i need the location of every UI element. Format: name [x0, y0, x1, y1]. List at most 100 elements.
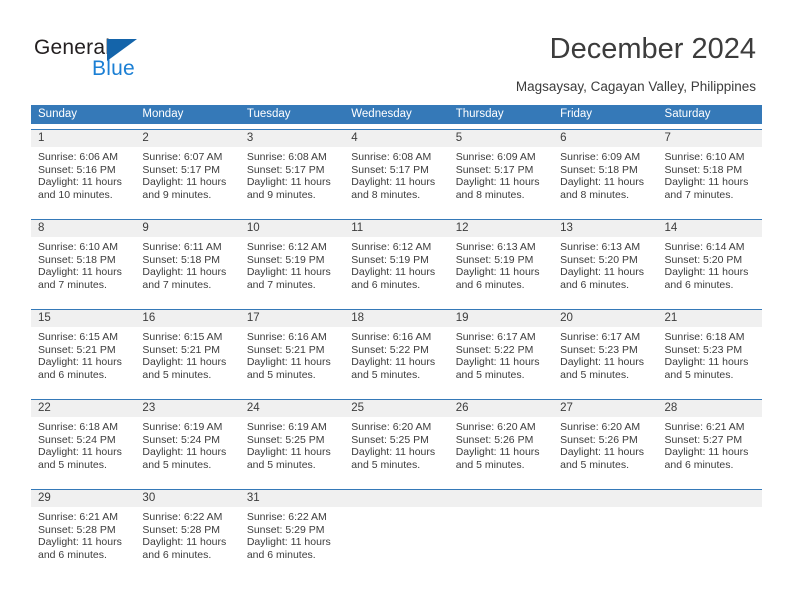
day-number: 24: [239, 400, 345, 417]
daylight-text-line2: and 6 minutes.: [351, 278, 421, 291]
day-cell[interactable]: 6 Sunrise: 6:09 AM Sunset: 5:18 PM Dayli…: [553, 130, 658, 214]
day-details: Sunrise: 6:21 AM Sunset: 5:28 PM Dayligh…: [31, 507, 135, 574]
day-cell[interactable]: 22 Sunrise: 6:18 AM Sunset: 5:24 PM Dayl…: [31, 400, 136, 484]
day-details: Sunrise: 6:20 AM Sunset: 5:26 PM Dayligh…: [449, 417, 553, 484]
day-cell[interactable]: 14 Sunrise: 6:14 AM Sunset: 5:20 PM Dayl…: [657, 220, 762, 304]
day-number: 2: [135, 130, 240, 147]
day-cell[interactable]: 18 Sunrise: 6:16 AM Sunset: 5:22 PM Dayl…: [344, 310, 449, 394]
sunrise-text: Sunrise: 6:20 AM: [560, 421, 641, 433]
daylight-text-line1: Daylight: 11 hours: [246, 446, 331, 459]
day-cell[interactable]: 20 Sunrise: 6:17 AM Sunset: 5:23 PM Dayl…: [553, 310, 658, 394]
daylight-text-line1: Daylight: 11 hours: [560, 176, 644, 189]
day-cell[interactable]: 30 Sunrise: 6:22 AM Sunset: 5:28 PM Dayl…: [135, 490, 240, 574]
daylight-text-line2: and 5 minutes.: [560, 368, 629, 381]
sunrise-text: Sunrise: 6:08 AM: [246, 151, 327, 163]
day-details: Sunrise: 6:11 AM Sunset: 5:18 PM Dayligh…: [135, 237, 239, 304]
sunrise-text: Sunrise: 6:22 AM: [246, 511, 327, 523]
general-blue-logo[interactable]: General Blue: [34, 36, 214, 86]
sunrise-text: Sunrise: 6:18 AM: [664, 331, 745, 343]
daylight-text-line1: Daylight: 11 hours: [351, 266, 436, 279]
daylight-text-line1: Daylight: 11 hours: [664, 176, 749, 189]
day-number: 18: [344, 310, 449, 327]
weekday-header-tuesday: Tuesday: [246, 108, 291, 120]
sunrise-text: Sunrise: 6:15 AM: [38, 331, 118, 343]
sunset-text: Sunset: 5:22 PM: [455, 343, 534, 356]
day-number: 1: [31, 130, 136, 147]
day-cell[interactable]: 23 Sunrise: 6:19 AM Sunset: 5:24 PM Dayl…: [135, 400, 240, 484]
sunrise-text: Sunrise: 6:17 AM: [560, 331, 641, 343]
sunrise-text: Sunrise: 6:13 AM: [560, 241, 641, 253]
day-cell[interactable]: 16 Sunrise: 6:15 AM Sunset: 5:21 PM Dayl…: [135, 310, 240, 394]
daylight-text-line2: and 5 minutes.: [246, 458, 316, 471]
day-cell[interactable]: 27 Sunrise: 6:20 AM Sunset: 5:26 PM Dayl…: [553, 400, 658, 484]
day-cell[interactable]: 24 Sunrise: 6:19 AM Sunset: 5:25 PM Dayl…: [239, 400, 345, 484]
day-cell[interactable]: 21 Sunrise: 6:18 AM Sunset: 5:23 PM Dayl…: [657, 310, 762, 394]
daylight-text-line2: and 6 minutes.: [142, 548, 212, 561]
day-details: Sunrise: 6:18 AM Sunset: 5:24 PM Dayligh…: [31, 417, 135, 484]
sunset-text: Sunset: 5:23 PM: [664, 343, 743, 356]
day-cell[interactable]: 8 Sunrise: 6:10 AM Sunset: 5:18 PM Dayli…: [31, 220, 136, 304]
sunset-text: Sunset: 5:24 PM: [38, 433, 116, 446]
sunset-text: Sunset: 5:29 PM: [246, 523, 325, 536]
day-number: 13: [553, 220, 658, 237]
day-details: Sunrise: 6:08 AM Sunset: 5:17 PM Dayligh…: [344, 147, 448, 214]
day-number: 3: [239, 130, 345, 147]
sunset-text: Sunset: 5:24 PM: [142, 433, 221, 446]
sunset-text: Sunset: 5:16 PM: [38, 163, 116, 176]
daylight-text-line2: and 6 minutes.: [38, 368, 107, 381]
daylight-text-line1: Daylight: 11 hours: [246, 266, 331, 279]
daylight-text-line2: and 9 minutes.: [142, 188, 212, 201]
day-cell[interactable]: 25 Sunrise: 6:20 AM Sunset: 5:25 PM Dayl…: [344, 400, 449, 484]
daylight-text-line1: Daylight: 11 hours: [142, 446, 227, 459]
day-details: Sunrise: 6:10 AM Sunset: 5:18 PM Dayligh…: [658, 147, 762, 214]
day-cell[interactable]: 1 Sunrise: 6:06 AM Sunset: 5:16 PM Dayli…: [31, 130, 136, 214]
day-cell[interactable]: 29 Sunrise: 6:21 AM Sunset: 5:28 PM Dayl…: [31, 490, 136, 574]
day-cell[interactable]: 17 Sunrise: 6:16 AM Sunset: 5:21 PM Dayl…: [239, 310, 345, 394]
day-number: 8: [31, 220, 136, 237]
daylight-text-line2: and 5 minutes.: [246, 368, 316, 381]
day-number: 29: [31, 490, 136, 507]
daylight-text-line2: and 5 minutes.: [142, 458, 212, 471]
day-cell[interactable]: 28 Sunrise: 6:21 AM Sunset: 5:27 PM Dayl…: [657, 400, 762, 484]
day-number: 9: [135, 220, 240, 237]
calendar-grid: Sunday Monday Tuesday Wednesday Thursday…: [31, 105, 762, 574]
daylight-text-line2: and 5 minutes.: [455, 458, 525, 471]
day-number: 27: [553, 400, 658, 417]
day-cell[interactable]: 31 Sunrise: 6:22 AM Sunset: 5:29 PM Dayl…: [239, 490, 345, 574]
sunset-text: Sunset: 5:22 PM: [351, 343, 429, 356]
day-cell[interactable]: 11 Sunrise: 6:12 AM Sunset: 5:19 PM Dayl…: [344, 220, 449, 304]
day-cell[interactable]: 10 Sunrise: 6:12 AM Sunset: 5:19 PM Dayl…: [239, 220, 345, 304]
sunset-text: Sunset: 5:21 PM: [142, 343, 221, 356]
daylight-text-line1: Daylight: 11 hours: [664, 266, 749, 279]
day-cell[interactable]: 19 Sunrise: 6:17 AM Sunset: 5:22 PM Dayl…: [448, 310, 554, 394]
day-cell-empty: [344, 490, 449, 574]
day-cell[interactable]: 4 Sunrise: 6:08 AM Sunset: 5:17 PM Dayli…: [344, 130, 449, 214]
day-cell[interactable]: 26 Sunrise: 6:20 AM Sunset: 5:26 PM Dayl…: [448, 400, 554, 484]
daylight-text-line1: Daylight: 11 hours: [664, 446, 749, 459]
day-number: 16: [135, 310, 240, 327]
sunset-text: Sunset: 5:18 PM: [142, 253, 221, 266]
day-cell[interactable]: 2 Sunrise: 6:07 AM Sunset: 5:17 PM Dayli…: [135, 130, 240, 214]
sunset-text: Sunset: 5:28 PM: [38, 523, 116, 536]
sunrise-text: Sunrise: 6:22 AM: [142, 511, 223, 523]
sunset-text: Sunset: 5:19 PM: [351, 253, 429, 266]
daylight-text-line1: Daylight: 11 hours: [38, 536, 122, 549]
page-subtitle: Magsaysay, Cagayan Valley, Philippines: [515, 79, 756, 94]
day-cell[interactable]: 13 Sunrise: 6:13 AM Sunset: 5:20 PM Dayl…: [553, 220, 658, 304]
day-cell[interactable]: 3 Sunrise: 6:08 AM Sunset: 5:17 PM Dayli…: [239, 130, 345, 214]
day-details: Sunrise: 6:13 AM Sunset: 5:20 PM Dayligh…: [553, 237, 657, 304]
day-cell[interactable]: 5 Sunrise: 6:09 AM Sunset: 5:17 PM Dayli…: [448, 130, 554, 214]
sunrise-text: Sunrise: 6:16 AM: [351, 331, 432, 343]
daylight-text-line1: Daylight: 11 hours: [38, 356, 122, 369]
daylight-text-line2: and 7 minutes.: [664, 188, 734, 201]
daylight-text-line2: and 8 minutes.: [455, 188, 525, 201]
day-cell[interactable]: 15 Sunrise: 6:15 AM Sunset: 5:21 PM Dayl…: [31, 310, 136, 394]
day-cell[interactable]: 12 Sunrise: 6:13 AM Sunset: 5:19 PM Dayl…: [448, 220, 554, 304]
day-cell[interactable]: 9 Sunrise: 6:11 AM Sunset: 5:18 PM Dayli…: [135, 220, 240, 304]
daylight-text-line2: and 7 minutes.: [38, 278, 107, 291]
sunrise-text: Sunrise: 6:07 AM: [142, 151, 223, 163]
day-cell[interactable]: 7 Sunrise: 6:10 AM Sunset: 5:18 PM Dayli…: [657, 130, 762, 214]
day-details: Sunrise: 6:09 AM Sunset: 5:17 PM Dayligh…: [449, 147, 553, 214]
daylight-text-line1: Daylight: 11 hours: [560, 356, 644, 369]
sunset-text: Sunset: 5:20 PM: [560, 253, 638, 266]
